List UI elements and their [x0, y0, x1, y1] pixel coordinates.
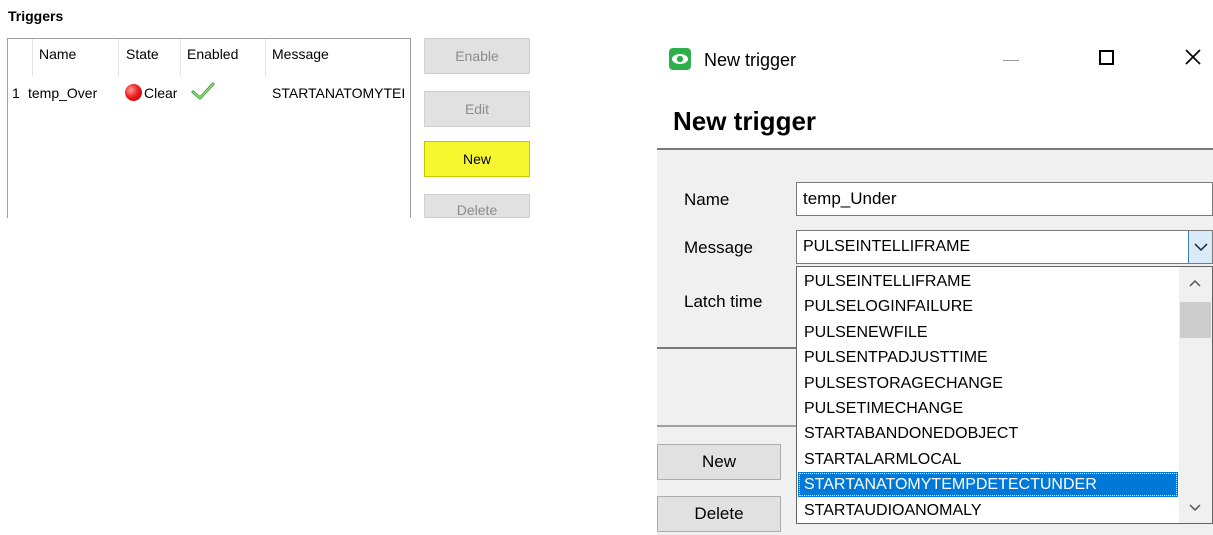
- dropdown-item[interactable]: PULSEINTELLIFRAME: [798, 269, 1178, 294]
- name-field[interactable]: [796, 182, 1213, 216]
- edit-button[interactable]: Edit: [424, 91, 530, 127]
- message-dropdown-list[interactable]: PULSEINTELLIFRAME PULSELOGINFAILURE PULSEN…: [796, 266, 1213, 524]
- dialog-new-button[interactable]: New: [657, 444, 781, 480]
- dropdown-item[interactable]: PULSELOGINFAILURE: [798, 294, 1178, 319]
- delete-button[interactable]: Delete: [424, 194, 530, 218]
- column-header-enabled[interactable]: Enabled: [187, 46, 238, 62]
- name-label: Name: [684, 190, 730, 209]
- row-name: temp_Over: [28, 85, 98, 101]
- state-red-icon: [125, 84, 142, 101]
- section-divider: [657, 425, 797, 427]
- minimize-icon[interactable]: [1003, 60, 1019, 61]
- scroll-up-icon[interactable]: [1189, 279, 1201, 287]
- close-icon[interactable]: [1183, 47, 1203, 67]
- dropdown-item[interactable]: PULSETIMECHANGE: [798, 396, 1178, 421]
- dialog-delete-button[interactable]: Delete: [657, 496, 781, 532]
- column-header-message[interactable]: Message: [272, 46, 329, 62]
- scrollbar-thumb[interactable]: [1180, 302, 1211, 338]
- check-icon: [191, 82, 215, 100]
- enable-button[interactable]: Enable: [424, 38, 530, 74]
- triggers-table[interactable]: Name State Enabled Message 1 temp_Over C…: [7, 38, 411, 218]
- dropdown-scrollbar[interactable]: [1179, 267, 1212, 523]
- column-separator: [118, 39, 119, 77]
- eye-app-icon: [669, 48, 691, 70]
- dropdown-toggle-button[interactable]: [1188, 231, 1212, 263]
- message-label: Message: [684, 238, 753, 257]
- maximize-icon[interactable]: [1099, 50, 1114, 65]
- dropdown-item[interactable]: STARTANATOMYTEMPDETECTUNDER: [798, 472, 1178, 498]
- dropdown-item[interactable]: STARTAUDIOANOMALY: [798, 498, 1178, 523]
- dropdown-item[interactable]: STARTALARMLOCAL: [798, 447, 1178, 472]
- window-title: New trigger: [704, 50, 797, 70]
- column-separator: [180, 39, 181, 77]
- column-header-name[interactable]: Name: [39, 46, 76, 62]
- dropdown-item[interactable]: PULSESTORAGECHANGE: [798, 371, 1178, 396]
- scroll-down-icon[interactable]: [1189, 504, 1201, 512]
- row-index: 1: [12, 85, 20, 101]
- chevron-down-icon: [1194, 243, 1208, 252]
- dialog-heading: New trigger: [673, 106, 817, 136]
- dropdown-item[interactable]: PULSENTPADJUSTTIME: [798, 345, 1178, 370]
- message-select[interactable]: PULSEINTELLIFRAME: [796, 230, 1213, 264]
- new-button[interactable]: New: [424, 141, 530, 177]
- column-separator: [265, 39, 266, 77]
- message-selected-value: PULSEINTELLIFRAME: [803, 238, 971, 255]
- latch-time-label: Latch time: [684, 292, 763, 311]
- row-state: Clear: [144, 85, 178, 101]
- dropdown-item[interactable]: PULSENEWFILE: [798, 320, 1178, 345]
- triggers-title: Triggers: [8, 8, 64, 24]
- section-divider: [657, 347, 797, 349]
- column-separator: [32, 39, 33, 77]
- column-header-state[interactable]: State: [126, 46, 159, 62]
- row-message: STARTANATOMYTEI: [272, 85, 406, 101]
- dropdown-item[interactable]: STARTABANDONEDOBJECT: [798, 421, 1178, 446]
